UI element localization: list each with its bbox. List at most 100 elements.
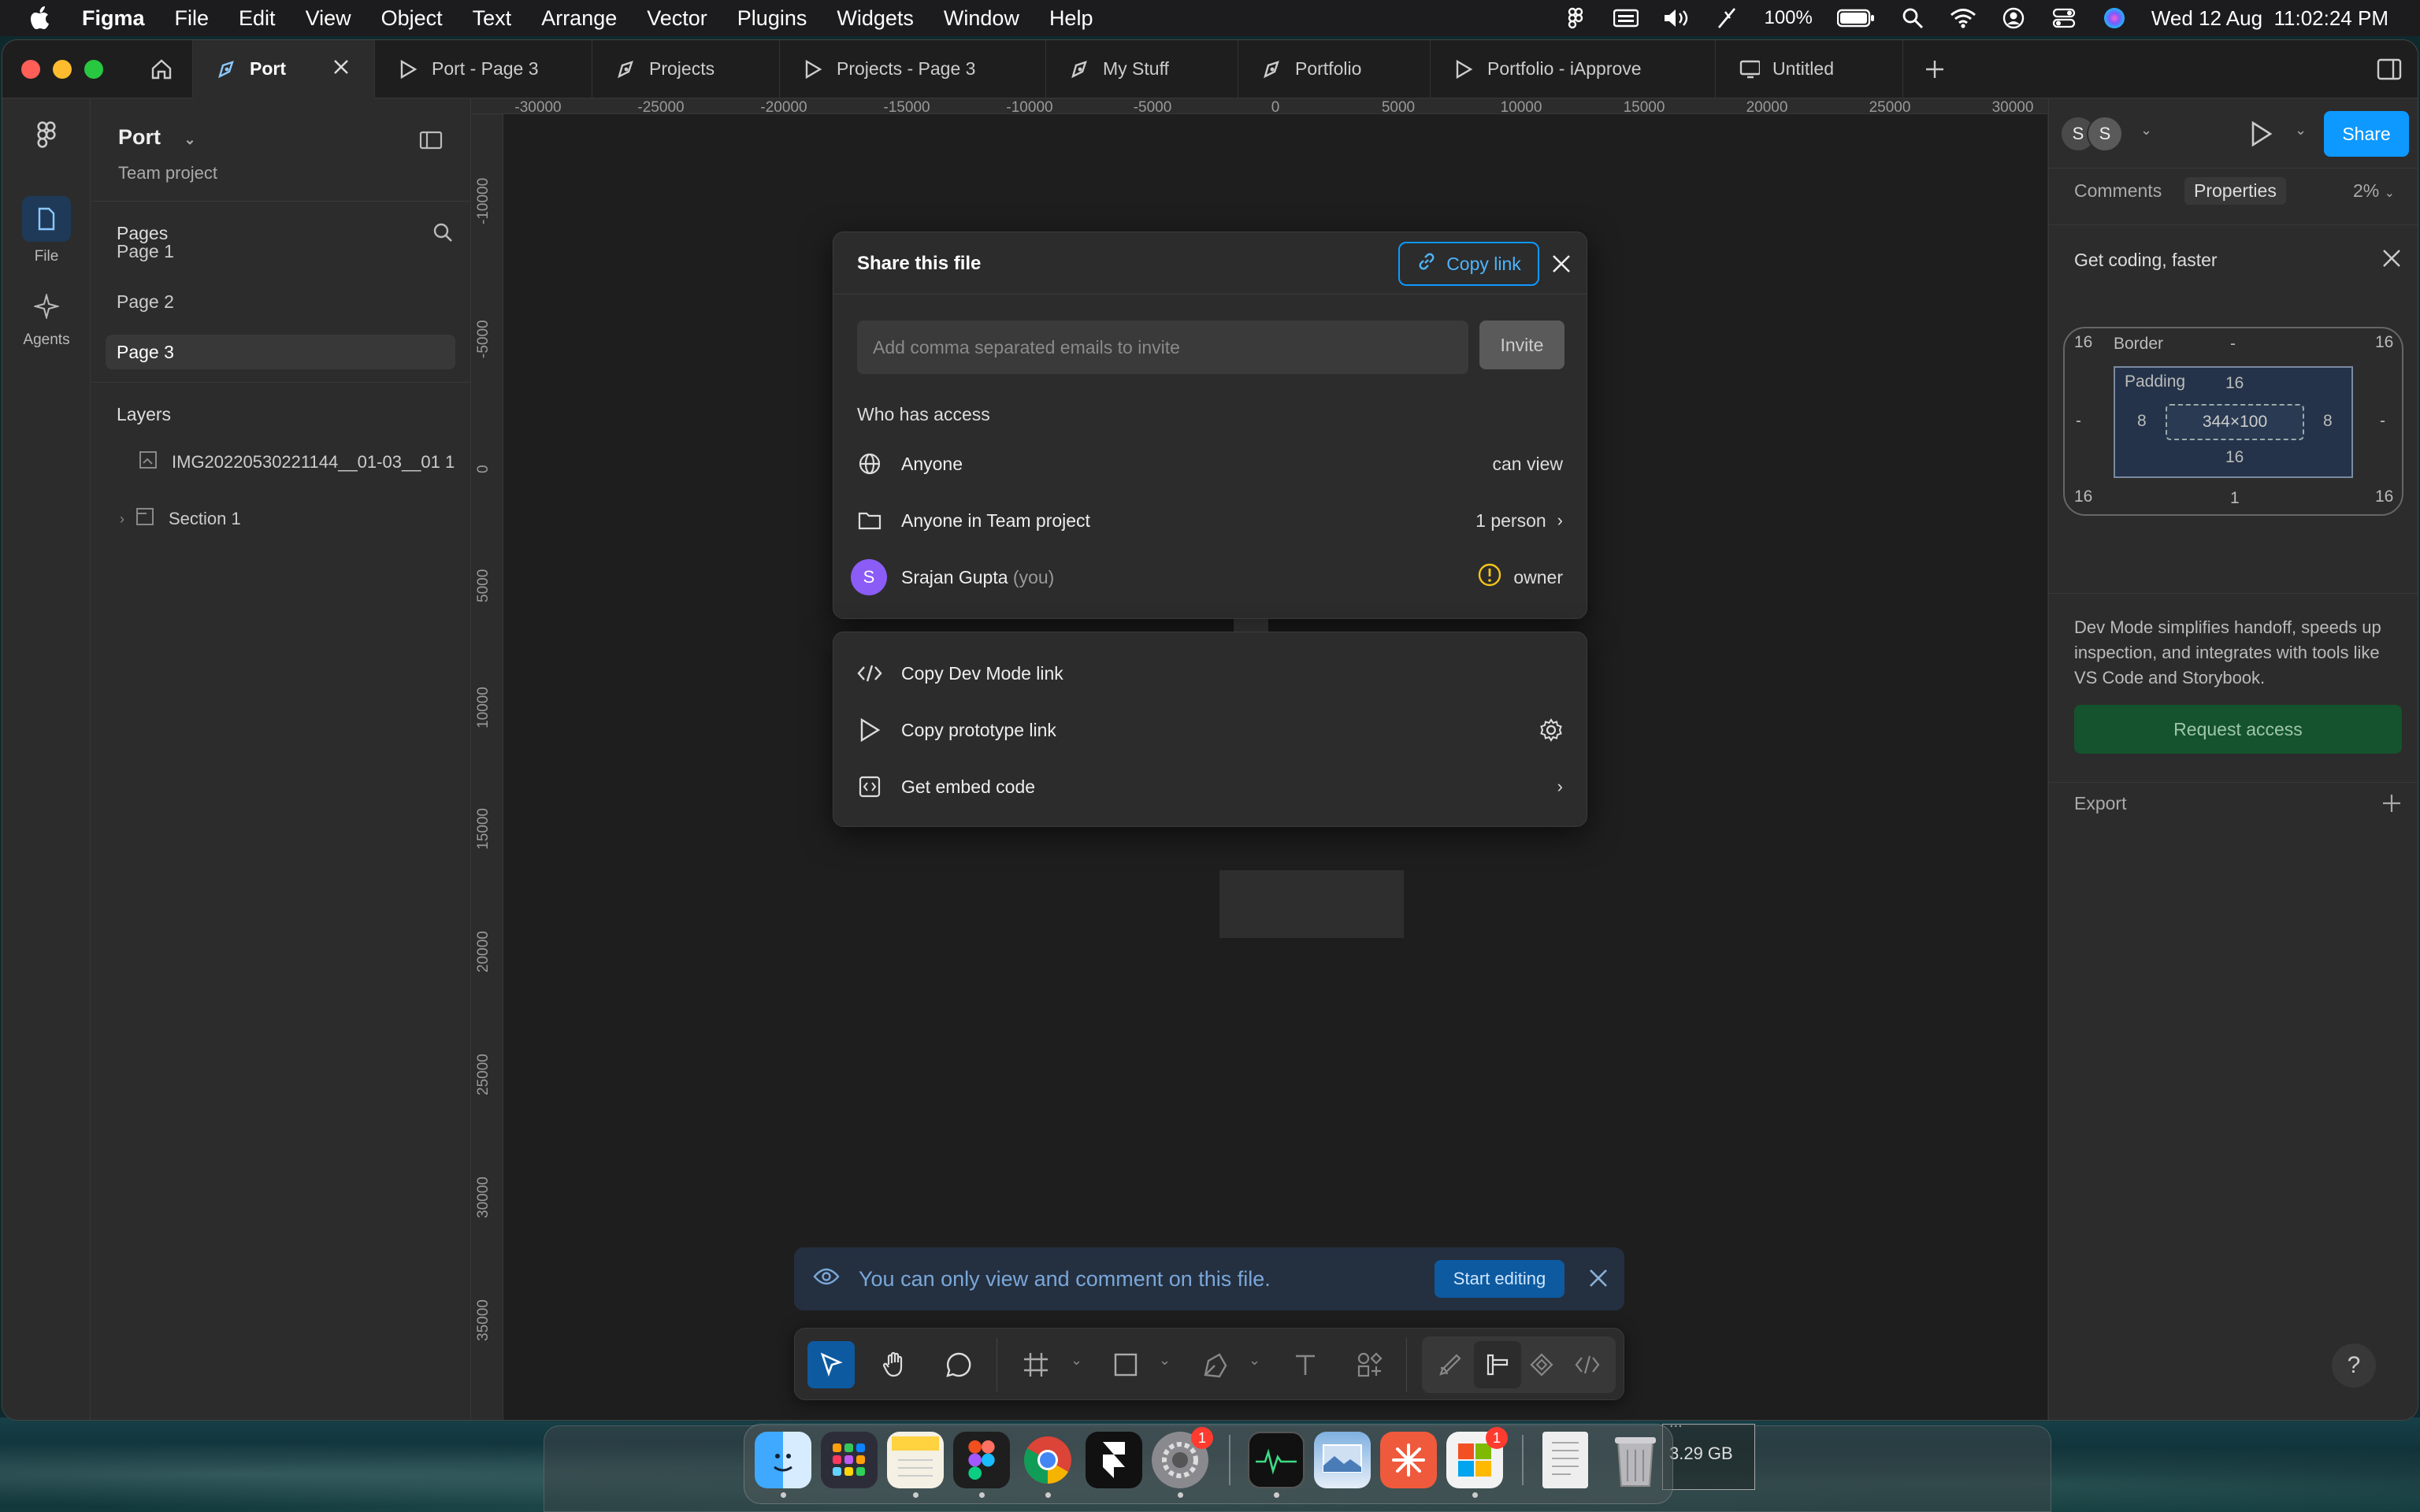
invite-button[interactable]: Invite <box>1479 321 1564 369</box>
help-button[interactable]: ? <box>2332 1343 2376 1388</box>
control-center-icon[interactable] <box>2051 6 2077 30</box>
text-tool[interactable] <box>1282 1341 1329 1388</box>
finder-icon[interactable] <box>755 1432 811 1488</box>
menu-arrange[interactable]: Arrange <box>541 6 617 31</box>
share-button[interactable]: Share <box>2324 111 2409 157</box>
tab-comments[interactable]: Comments <box>2074 180 2162 202</box>
copy-dev-mode-link[interactable]: Copy Dev Mode link <box>833 650 1587 697</box>
search-icon[interactable] <box>1899 6 1926 30</box>
page-item-2[interactable]: Page 2 <box>106 284 455 319</box>
apple-icon[interactable] <box>30 6 52 30</box>
sidebar-toggle-icon[interactable] <box>2377 57 2402 85</box>
minimize-window-button[interactable] <box>53 59 72 79</box>
chrome-icon[interactable] <box>1019 1432 1076 1488</box>
volume-icon[interactable] <box>1663 6 1690 30</box>
component-tool[interactable] <box>1518 1341 1565 1388</box>
email-invite-input[interactable] <box>857 321 1468 374</box>
access-row-anyone[interactable]: Anyone can view <box>833 440 1587 487</box>
menu-view[interactable]: View <box>306 6 351 31</box>
rail-file[interactable]: File <box>2 196 91 265</box>
close-dialog-icon[interactable] <box>1546 248 1577 280</box>
rail-agents[interactable]: Agents <box>2 292 91 349</box>
chevron-down-icon[interactable]: ⌄ <box>1071 1352 1082 1369</box>
tab-untitled[interactable]: Untitled <box>1716 40 1903 98</box>
menu-help[interactable]: Help <box>1049 6 1093 31</box>
shape-tool[interactable] <box>1102 1341 1149 1388</box>
resources-tool[interactable] <box>1346 1341 1394 1388</box>
tab-port[interactable]: Port <box>193 40 375 98</box>
launchpad-icon[interactable] <box>821 1432 878 1488</box>
chevron-down-icon[interactable]: ⌄ <box>2295 122 2307 139</box>
tab-port-page-3[interactable]: Port - Page 3 <box>375 40 592 98</box>
menu-plugins[interactable]: Plugins <box>737 6 807 31</box>
collaborator-avatar[interactable]: S <box>2087 116 2123 152</box>
project-name[interactable]: Team project <box>118 163 217 183</box>
close-promo-icon[interactable] <box>2381 248 2402 272</box>
tab-my-stuff[interactable]: My Stuff <box>1046 40 1238 98</box>
menu-vector[interactable]: Vector <box>647 6 707 31</box>
tab-portfolio-iapprove[interactable]: Portfolio - iApprove <box>1431 40 1716 98</box>
close-tab-icon[interactable] <box>332 57 351 81</box>
preview-icon[interactable] <box>1314 1432 1371 1488</box>
access-row-team[interactable]: Anyone in Team project 1 person › <box>833 497 1587 544</box>
tab-projects-page-3[interactable]: Projects - Page 3 <box>780 40 1046 98</box>
close-window-button[interactable] <box>21 59 40 79</box>
trash-icon[interactable] <box>1607 1432 1664 1488</box>
measure-tool[interactable] <box>1474 1341 1521 1388</box>
comment-tool[interactable] <box>935 1341 982 1388</box>
home-button[interactable] <box>130 40 193 98</box>
access-permission[interactable]: can view <box>1493 454 1563 475</box>
copy-prototype-link[interactable]: Copy prototype link <box>833 706 1587 754</box>
notes-icon[interactable] <box>887 1432 944 1488</box>
present-button[interactable] <box>2249 120 2274 151</box>
request-access-button[interactable]: Request access <box>2074 705 2402 754</box>
tab-portfolio[interactable]: Portfolio <box>1238 40 1431 98</box>
figma-status-icon[interactable] <box>1562 6 1589 30</box>
close-banner-icon[interactable] <box>1588 1268 1609 1294</box>
wifi-icon[interactable] <box>1950 6 1976 30</box>
layer-section[interactable]: › Section 1 <box>91 503 470 535</box>
add-export-icon[interactable] <box>2381 793 2402 817</box>
annotate-tool[interactable] <box>1427 1341 1474 1388</box>
figma-app-icon[interactable] <box>953 1432 1010 1488</box>
canvas-frame[interactable] <box>1219 870 1404 938</box>
microsoft-office-icon[interactable]: 1 <box>1446 1427 1508 1488</box>
zoom-level[interactable]: 2% ⌄ <box>2353 180 2395 202</box>
keyboard-icon[interactable] <box>1613 6 1639 30</box>
prototype-settings-icon[interactable] <box>1539 718 1563 742</box>
chevron-down-icon[interactable]: ⌄ <box>2140 122 2152 139</box>
copy-link-button[interactable]: Copy link <box>1398 242 1539 286</box>
frame-tool[interactable] <box>1012 1341 1060 1388</box>
tab-projects[interactable]: Projects <box>592 40 780 98</box>
system-settings-icon[interactable]: 1 <box>1152 1427 1213 1488</box>
move-tool[interactable] <box>807 1341 855 1388</box>
menu-widgets[interactable]: Widgets <box>837 6 914 31</box>
access-permission[interactable]: 1 person › <box>1475 510 1563 532</box>
new-tab-button[interactable] <box>1903 40 1966 98</box>
siri-icon[interactable] <box>2101 6 2128 30</box>
figma-menu-icon[interactable] <box>2 120 91 154</box>
user-account-icon[interactable] <box>2000 6 2027 30</box>
menu-text[interactable]: Text <box>473 6 512 31</box>
activity-monitor-icon[interactable] <box>1248 1432 1305 1488</box>
get-embed-code[interactable]: Get embed code › <box>833 763 1587 810</box>
menu-figma[interactable]: Figma <box>82 6 145 31</box>
mute-mic-icon[interactable] <box>1713 6 1740 30</box>
downloads-stack-icon[interactable] <box>1542 1432 1588 1488</box>
warning-icon[interactable] <box>1477 562 1502 592</box>
layer-image[interactable]: IMG20220530221144__01-03__01 1 <box>91 447 470 478</box>
panel-toggle-icon[interactable] <box>419 130 443 154</box>
page-item-3[interactable]: Page 3 <box>106 335 455 369</box>
framer-icon[interactable] <box>1086 1432 1142 1488</box>
menu-object[interactable]: Object <box>381 6 443 31</box>
tab-properties[interactable]: Properties <box>2184 177 2286 205</box>
code-tool[interactable] <box>1564 1341 1611 1388</box>
file-title[interactable]: Port ⌄ <box>118 125 196 150</box>
page-item-1[interactable]: Page 1 <box>106 234 455 269</box>
clock[interactable]: Wed 12 Aug 11:02:24 PM <box>2151 6 2388 31</box>
access-row-owner[interactable]: S Srajan Gupta (you) owner <box>833 554 1587 601</box>
claude-icon[interactable] <box>1380 1432 1437 1488</box>
hand-tool[interactable] <box>872 1341 919 1388</box>
menu-file[interactable]: File <box>175 6 210 31</box>
menu-window[interactable]: Window <box>944 6 1019 31</box>
